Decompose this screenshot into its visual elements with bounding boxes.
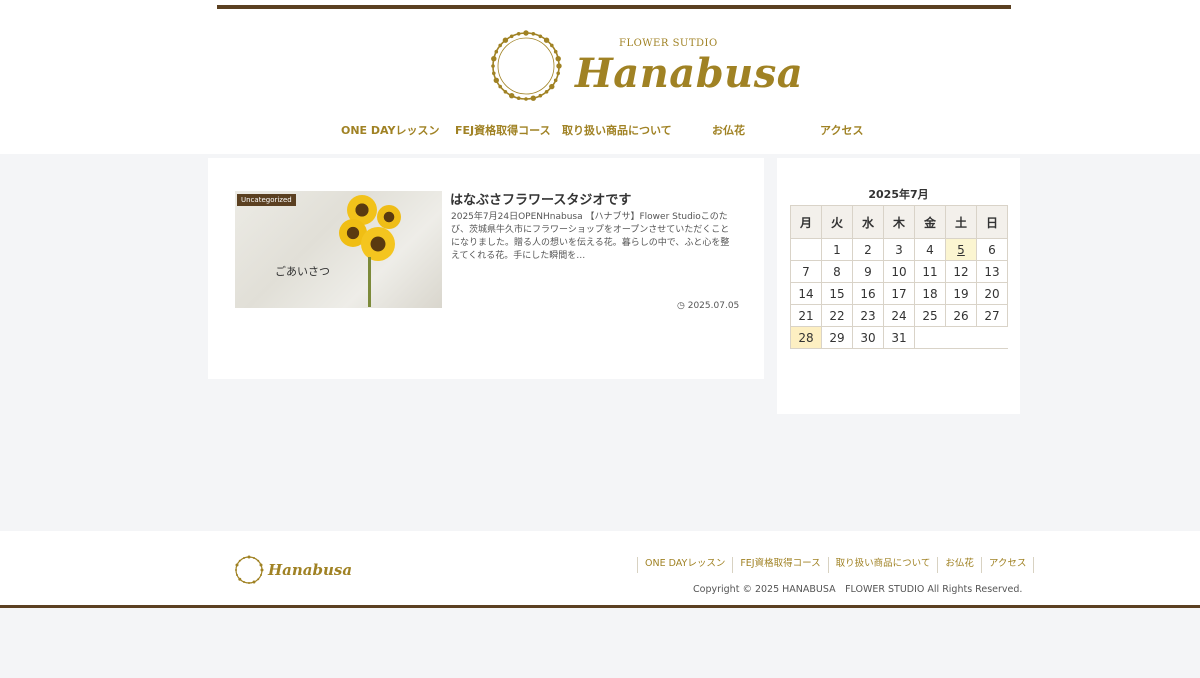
calendar-day-link[interactable]: 5 (945, 238, 977, 261)
footer-nav-item-products[interactable]: 取り扱い商品について (827, 557, 938, 573)
calendar-week-row: 28 29 30 31 (790, 326, 1008, 349)
footer-nav-item-access[interactable]: アクセス (980, 557, 1035, 573)
nav-item-butsuka[interactable]: お仏花 (712, 122, 745, 138)
thumbnail-caption: ごあいさつ (275, 265, 330, 278)
footer-nav: ONE DAYレッスン FEJ資格取得コース 取り扱い商品について お仏花 アク… (637, 557, 1035, 573)
footer-logo-wordmark[interactable]: Hanabusa (268, 561, 352, 579)
footer-nav-item-oneday[interactable]: ONE DAYレッスン (637, 557, 732, 573)
copyright: Copyright © 2025 HANABUSA FLOWER STUDIO … (693, 584, 1023, 595)
logo-subtitle: FLOWER SUTDIO (619, 38, 718, 49)
calendar-day: 13 (976, 260, 1008, 283)
calendar-day: 25 (914, 304, 946, 327)
flower-stems (368, 257, 371, 307)
category-badge[interactable]: Uncategorized (237, 194, 296, 206)
footer-bottom-bar (0, 605, 1200, 608)
calendar-day: 1 (821, 238, 853, 261)
calendar-week-row: 7 8 9 10 11 12 13 (790, 260, 1008, 283)
clock-icon: ◷ (677, 301, 685, 311)
calendar-week-row: 14 15 16 17 18 19 20 (790, 282, 1008, 305)
calendar-day: 16 (852, 282, 884, 305)
sunflower-icon (377, 205, 401, 229)
calendar-day: 20 (976, 282, 1008, 305)
calendar-week-row: 21 22 23 24 25 26 27 (790, 304, 1008, 327)
nav-item-oneday[interactable]: ONE DAYレッスン (341, 122, 439, 138)
calendar-weekday: 日 (976, 205, 1008, 239)
nav-item-access[interactable]: アクセス (820, 122, 863, 138)
calendar-day: 10 (883, 260, 915, 283)
calendar-day: 9 (852, 260, 884, 283)
calendar-day: 7 (790, 260, 822, 283)
calendar-day: 15 (821, 282, 853, 305)
calendar-day: 2 (852, 238, 884, 261)
calendar-day: 30 (852, 326, 884, 349)
footer-nav-item-fej[interactable]: FEJ資格取得コース (732, 557, 827, 573)
calendar-empty-span (914, 326, 1008, 349)
nav-item-fej[interactable]: FEJ資格取得コース (455, 122, 551, 138)
calendar-day: 26 (945, 304, 977, 327)
nav-item-products[interactable]: 取り扱い商品について (562, 122, 672, 138)
calendar-weekday: 水 (852, 205, 884, 239)
calendar-day: 22 (821, 304, 853, 327)
calendar-day: 4 (914, 238, 946, 261)
calendar-weekday: 火 (821, 205, 853, 239)
calendar-day: 8 (821, 260, 853, 283)
post-date: ◷ 2025.07.05 (677, 301, 739, 311)
calendar-table: 月 火 水 木 金 土 日 1 2 3 4 5 6 7 8 9 10 11 12 13 14 15 16 17 1… (790, 205, 1008, 349)
main-nav: ONE DAYレッスン FEJ資格取得コース 取り扱い商品について お仏花 アク… (0, 122, 1200, 146)
site-header: FLOWER SUTDIO Hanabusa ONE DAYレッスン FEJ資格… (0, 0, 1200, 154)
footer-nav-item-butsuka[interactable]: お仏花 (937, 557, 981, 573)
calendar-day: 6 (976, 238, 1008, 261)
calendar-day: 31 (883, 326, 915, 349)
calendar-day: 29 (821, 326, 853, 349)
calendar-week-row: 123456 (790, 238, 1008, 261)
site-footer: Hanabusa ONE DAYレッスン FEJ資格取得コース 取り扱い商品につ… (0, 531, 1200, 605)
calendar-caption: 2025年7月 (868, 188, 929, 201)
post-excerpt: 2025年7月24日OPENHnabusa 【ハナブサ】Flower Studi… (451, 212, 730, 261)
post-card[interactable]: Uncategorized ごあいさつ はなぶさフラワースタジオです 2025年… (208, 158, 764, 379)
calendar-empty-cell (790, 238, 822, 261)
header-top-bar (217, 5, 1011, 9)
calendar-day: 19 (945, 282, 977, 305)
calendar-weekday: 土 (945, 205, 977, 239)
calendar-day: 23 (852, 304, 884, 327)
calendar-day: 11 (914, 260, 946, 283)
calendar-weekday: 月 (790, 205, 822, 239)
calendar-weekday-row: 月 火 水 木 金 土 日 (790, 205, 1008, 239)
logo-wordmark[interactable]: Hanabusa (575, 50, 803, 98)
sidebar-calendar-widget: 2025年7月 月 火 水 木 金 土 日 1 2 3 4 5 6 7 8 9 10 11 12 13 1… (777, 158, 1020, 414)
calendar-weekday: 木 (883, 205, 915, 239)
post-title[interactable]: はなぶさフラワースタジオです (450, 189, 631, 208)
post-thumbnail[interactable]: Uncategorized ごあいさつ (235, 191, 442, 308)
calendar-weekday: 金 (914, 205, 946, 239)
calendar-day: 24 (883, 304, 915, 327)
calendar-day: 3 (883, 238, 915, 261)
calendar-day: 27 (976, 304, 1008, 327)
calendar-day-today: 28 (790, 326, 822, 349)
calendar-day: 18 (914, 282, 946, 305)
calendar-day: 21 (790, 304, 822, 327)
calendar-day: 12 (945, 260, 977, 283)
calendar-day: 14 (790, 282, 822, 305)
calendar-day: 17 (883, 282, 915, 305)
sunflower-icon (361, 227, 395, 261)
post-date-value: 2025.07.05 (687, 301, 740, 311)
